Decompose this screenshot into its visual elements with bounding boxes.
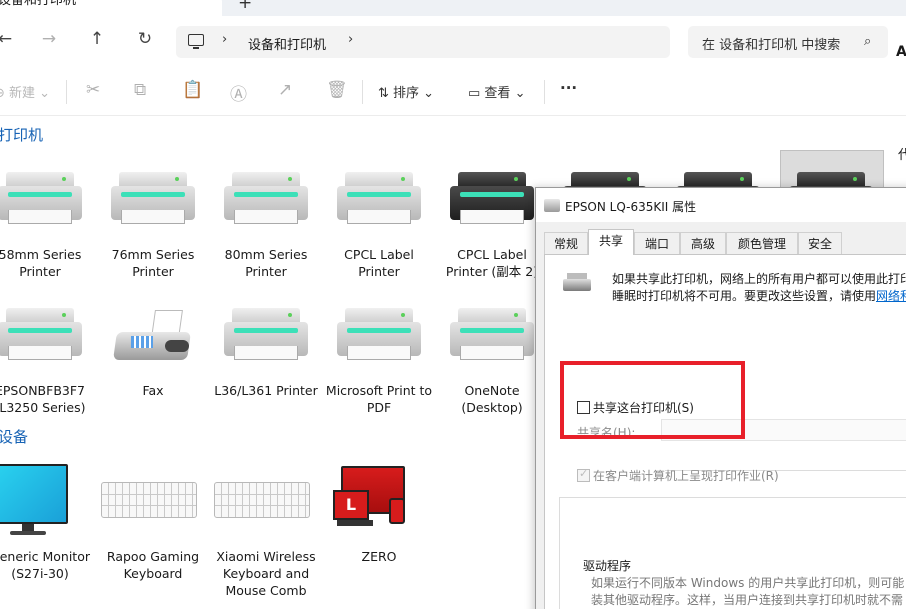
up-icon[interactable]: ↑ (86, 29, 108, 49)
printer-item[interactable]: OneNote (Desktop) (436, 304, 548, 416)
divider (66, 80, 67, 104)
search-input[interactable]: 在 设备和打印机 中搜索 ⌕ (688, 26, 888, 58)
delete-icon[interactable]: 🗑 (326, 80, 348, 100)
printer-icon (450, 308, 534, 368)
view-button[interactable]: ▭ 查看 ⌄ (468, 82, 525, 101)
printer-icon (337, 308, 421, 368)
chevron-right-icon[interactable]: › (222, 32, 227, 47)
printer-label: L36/L361 Printer (214, 383, 318, 398)
device-label: Rapoo Gaming Keyboard (106, 549, 200, 581)
printer-label: CPCL Label Printer (副本 2) (445, 247, 539, 279)
drivers-description: 如果运行不同版本 Windows 的用户共享此打印机，则可能 装其他驱动程序。这… (591, 576, 905, 607)
sort-button[interactable]: ⇅ 排序 ⌄ (378, 82, 434, 101)
printer-item[interactable]: Microsoft Print to PDF (323, 304, 435, 416)
printer-label: CPCL Label Printer (344, 247, 414, 279)
device-item[interactable]: Rapoo Gaming Keyboard (97, 462, 209, 609)
printer-item[interactable]: Fax (97, 304, 209, 416)
computer-icon (188, 34, 204, 49)
search-icon[interactable]: ⌕ (864, 34, 871, 49)
section-header-printers[interactable]: 打印机 (0, 124, 43, 145)
address-bar[interactable]: › 设备和打印机 › (176, 26, 670, 58)
cut-icon[interactable]: ✂ (86, 80, 100, 100)
device-label: Generic Monitor (S27i-30) (0, 549, 90, 581)
network-sharing-link[interactable]: 网络和 (876, 289, 906, 303)
printer-label: Fax (142, 383, 164, 398)
address-row: ← → ↑ ↻ › 设备和打印机 › 在 设备和打印机 中搜索 ⌕ (0, 16, 906, 68)
printer-label: 76mm Series Printer (111, 247, 195, 279)
title-bar: 设备和打印机 ✕ + (0, 0, 906, 16)
command-bar: ⊕ 新建 ⌄ ✂ ⧉ 📋 Ⓐ ↗ 🗑 ⇅ 排序 ⌄ ▭ 查看 ⌄ ··· (0, 68, 906, 116)
tab-general[interactable]: 常规 (544, 232, 588, 254)
window-tab[interactable]: 设备和打印机 ✕ (0, 0, 222, 16)
sharing-description: 如果共享此打印机，网络上的所有用户都可以使用此打印 睡眠时打印机将不可用。要更改… (612, 271, 906, 305)
printer-label: EPSONBFB3F7 (L3250 Series) (0, 383, 86, 415)
highlight-annotation-box (560, 361, 745, 439)
printer-label: 80mm Series Printer (224, 247, 308, 279)
printer-icon (224, 172, 308, 232)
printer-item[interactable]: 80mm Series Printer (210, 168, 322, 280)
rename-icon[interactable]: Ⓐ (230, 80, 247, 105)
share-icon[interactable]: ↗ (278, 80, 292, 100)
paste-icon[interactable]: 📋 (182, 80, 203, 100)
keyboard-icon (214, 482, 310, 518)
printer-label: 58mm Series Printer (0, 247, 82, 279)
tab-sharing[interactable]: 共享 (588, 229, 634, 255)
printer-item[interactable]: L36/L361 Printer (210, 304, 322, 416)
printer-label: OneNote (Desktop) (461, 383, 523, 415)
device-item[interactable]: L ZERO (323, 462, 435, 609)
printer-item[interactable]: 58mm Series Printer (0, 168, 96, 280)
device-label: ZERO (361, 549, 397, 564)
monitor-icon (0, 464, 68, 538)
printer-icon (0, 308, 82, 368)
device-item[interactable]: Generic Monitor (S27i-30) (0, 462, 96, 609)
device-item[interactable]: Xiaomi Wireless Keyboard and Mouse Comb (210, 462, 322, 609)
printer-item[interactable]: EPSONBFB3F7 (L3250 Series) (0, 304, 96, 416)
printer-icon (111, 172, 195, 232)
checkbox[interactable] (577, 467, 590, 482)
tab-advanced[interactable]: 高级 (680, 232, 726, 254)
background-glyph: A (896, 44, 906, 60)
dialog-title: EPSON LQ-635KII 属性 (565, 200, 697, 214)
refresh-icon[interactable]: ↻ (134, 29, 156, 49)
close-tab-icon[interactable]: ✕ (186, 0, 197, 4)
drivers-title: 驱动程序 (581, 557, 634, 574)
printer-item[interactable]: CPCL Label Printer (323, 168, 435, 280)
tab-security[interactable]: 安全 (798, 232, 842, 254)
new-button[interactable]: ⊕ 新建 ⌄ (0, 82, 50, 101)
printer-icon (337, 172, 421, 232)
printer-label: Microsoft Print to PDF (325, 383, 433, 415)
section-header-devices[interactable]: 设备 (0, 426, 28, 447)
keyboard-icon (101, 482, 197, 518)
divider (362, 80, 363, 104)
breadcrumb[interactable]: 设备和打印机 (248, 34, 326, 53)
printer-icon (544, 199, 560, 212)
printer-icon (450, 172, 534, 232)
divider (544, 80, 545, 104)
tab-ports[interactable]: 端口 (634, 232, 680, 254)
printer-item[interactable]: CPCL Label Printer (副本 2) (436, 168, 548, 280)
tab-color-management[interactable]: 颜色管理 (726, 232, 798, 254)
forward-icon[interactable]: → (38, 29, 60, 49)
chevron-right-icon[interactable]: › (348, 32, 353, 47)
fax-icon (113, 310, 193, 368)
copy-icon[interactable]: ⧉ (134, 80, 146, 100)
back-icon[interactable]: ← (0, 29, 16, 49)
tab-title: 设备和打印机 (0, 0, 77, 8)
more-options-icon[interactable]: ··· (560, 79, 577, 97)
printer-icon (224, 308, 308, 368)
background-glyph: 代 (898, 148, 906, 163)
new-tab-icon[interactable]: + (238, 0, 252, 13)
computer-devices-icon: L (333, 466, 413, 538)
search-placeholder: 在 设备和打印机 中搜索 (702, 38, 841, 53)
dialog-title-bar[interactable]: EPSON LQ-635KII 属性 (536, 188, 906, 222)
printer-item[interactable]: 76mm Series Printer (97, 168, 209, 280)
printer-icon (563, 273, 591, 295)
device-label: Xiaomi Wireless Keyboard and Mouse Comb (216, 549, 316, 598)
printer-icon (0, 172, 82, 232)
